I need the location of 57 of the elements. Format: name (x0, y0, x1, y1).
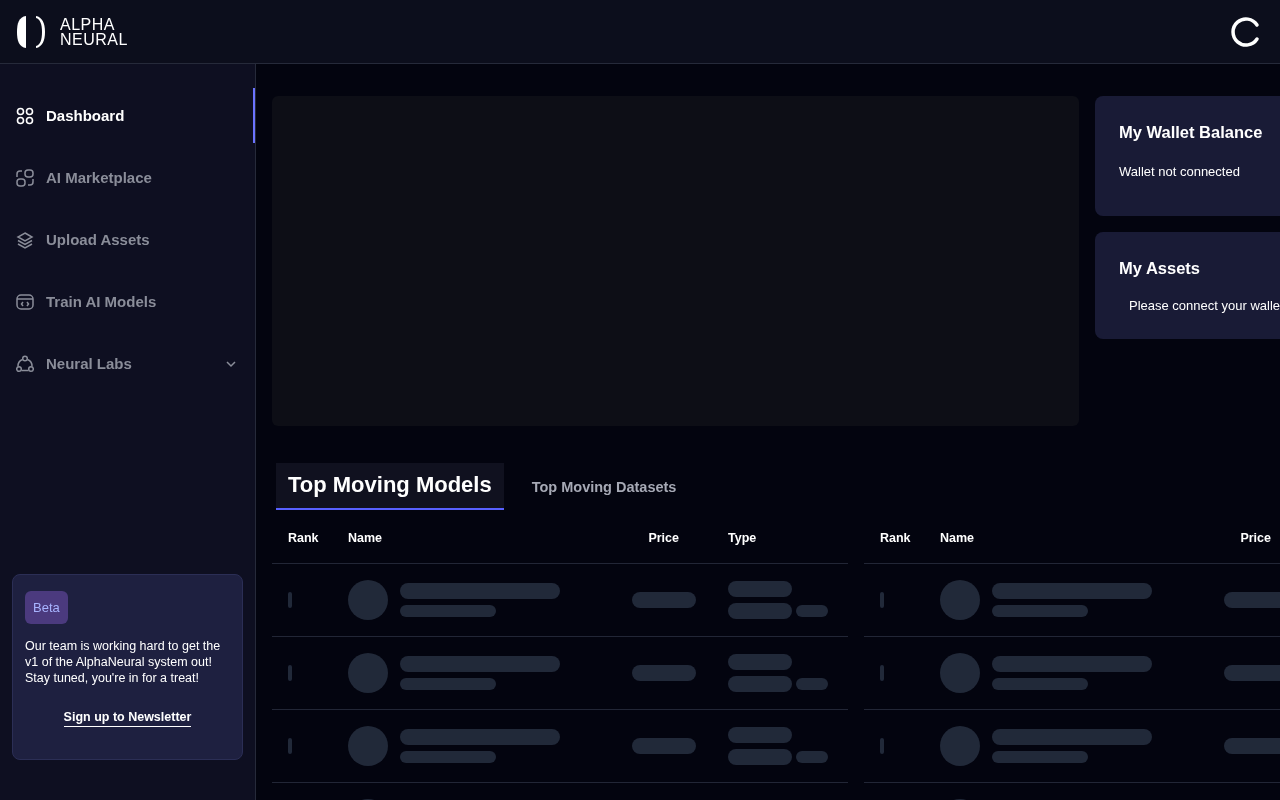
sidebar-item[interactable]: Dashboard (0, 88, 255, 143)
sidebar-item[interactable]: AI Marketplace (0, 150, 255, 205)
skeleton-avatar (940, 726, 980, 766)
beta-badge: Beta (25, 591, 68, 624)
skeleton-avatar (348, 653, 388, 693)
tab[interactable]: Top Moving Models (276, 463, 504, 510)
skeleton-bar (880, 592, 884, 608)
skeleton-bar (288, 592, 292, 608)
skeleton-bar (796, 605, 828, 617)
skeleton-avatar (348, 580, 388, 620)
card-text: Please connect your walle (1129, 298, 1280, 313)
logo-icon (16, 14, 46, 49)
beta-message: Our team is working hard to get the v1 of the AlphaNeural system out! Stay tuned, you're in for a treat! (25, 638, 222, 686)
skeleton-bar (288, 665, 292, 681)
skeleton-bar (880, 665, 884, 681)
column-header: Rank (880, 531, 912, 545)
logo-text: NEURAL (60, 31, 128, 47)
skeleton-bar (632, 738, 696, 754)
column-header: Type (728, 531, 758, 545)
skeleton-avatar (348, 726, 388, 766)
skeleton-bar (1224, 592, 1280, 608)
skeleton-bar (728, 727, 792, 743)
layers-icon (16, 230, 34, 249)
column-header: Name (348, 531, 384, 545)
tab[interactable]: Top Moving Datasets (531, 478, 677, 495)
skeleton-bar (728, 603, 792, 619)
skeleton-bar (728, 654, 792, 670)
skeleton-bar (288, 738, 292, 754)
code-window-icon (16, 292, 34, 311)
skeleton-bar (796, 678, 828, 690)
skeleton-bar (632, 592, 696, 608)
skeleton-bar (728, 581, 792, 597)
skeleton-avatar (940, 653, 980, 693)
skeleton-bar (1224, 738, 1280, 754)
network-icon (16, 354, 34, 373)
skeleton-bar (796, 751, 828, 763)
loading-spinner-icon (1230, 15, 1262, 48)
skeleton-bar (728, 749, 792, 765)
card-title: My Assets (1119, 259, 1201, 278)
column-header: Rank (288, 531, 320, 545)
logo-text: ALPHA (60, 16, 116, 32)
column-header: Name (940, 531, 976, 545)
card-text: Wallet not connected (1119, 164, 1241, 179)
column-header: Price (647, 531, 680, 545)
column-header: Price (1239, 531, 1272, 545)
sidebar-item[interactable]: Upload Assets (0, 212, 255, 267)
skeleton-avatar (940, 580, 980, 620)
skeleton-bar (632, 665, 696, 681)
skeleton-bar (880, 738, 884, 754)
newsletter-link[interactable]: Sign up to Newsletter (63, 710, 192, 727)
sidebar-item[interactable]: Neural Labs (0, 336, 255, 391)
card-title: My Wallet Balance (1119, 123, 1264, 142)
exchange-icon (16, 168, 34, 187)
skeleton-bar (1224, 665, 1280, 681)
grid-icon (16, 106, 34, 125)
skeleton-bar (728, 676, 792, 692)
sidebar-item[interactable]: Train AI Models (0, 274, 255, 329)
